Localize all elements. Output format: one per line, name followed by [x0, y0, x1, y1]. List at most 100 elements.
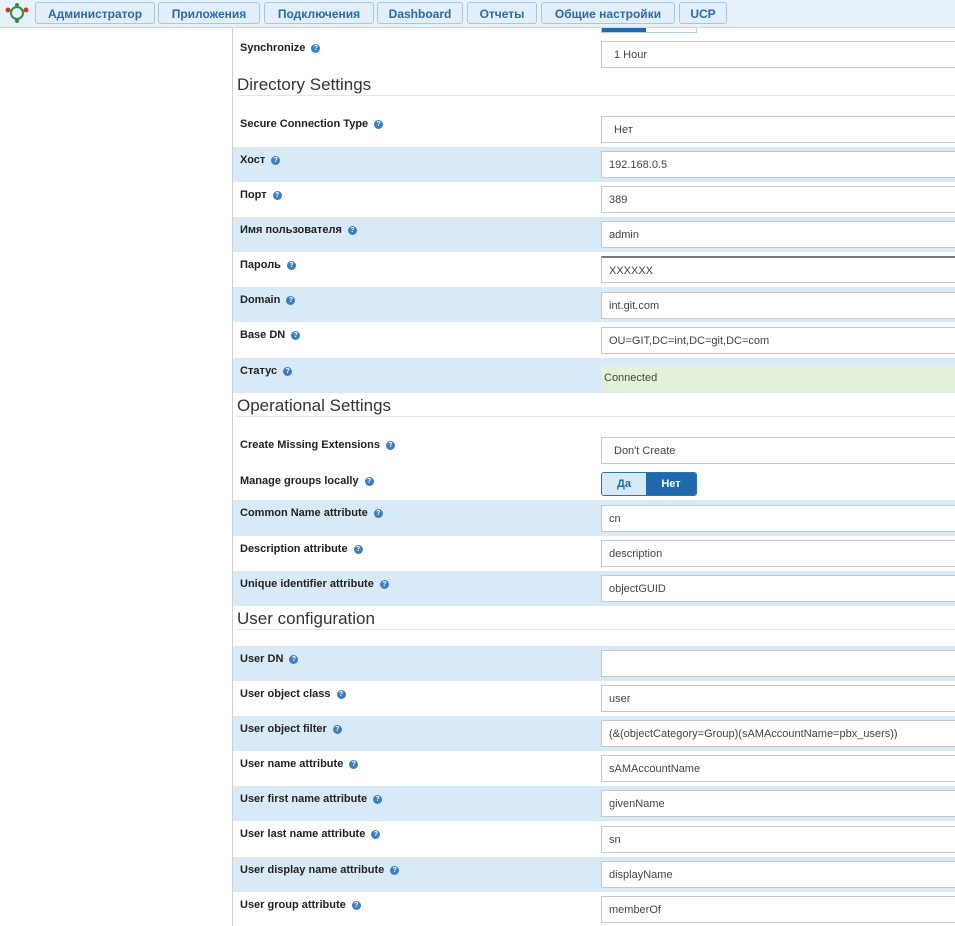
username-input[interactable]: admin	[601, 221, 955, 248]
row-username: Имя пользователя? admin	[233, 217, 955, 252]
help-icon[interactable]: ?	[283, 367, 293, 376]
row-label: User first name attribute?	[240, 793, 383, 805]
partial-toggle[interactable]	[601, 28, 697, 33]
help-icon[interactable]: ?	[347, 226, 357, 235]
help-icon[interactable]: ?	[373, 795, 383, 804]
help-icon[interactable]: ?	[286, 296, 296, 305]
unique-identifier-input[interactable]: objectGUID	[601, 575, 955, 602]
nav-connections[interactable]: Подключения	[264, 2, 374, 24]
row-label: Статус?	[240, 365, 293, 377]
row-password: Пароль? XXXXXX	[233, 252, 955, 287]
help-icon[interactable]: ?	[353, 545, 363, 554]
row-status: Статус? Connected	[233, 358, 955, 393]
help-icon[interactable]: ?	[272, 191, 282, 200]
row-secure-connection: Secure Connection Type? Нет	[233, 111, 955, 147]
secure-connection-select[interactable]: Нет	[601, 116, 955, 143]
help-icon[interactable]: ?	[374, 120, 384, 129]
row-label: Secure Connection Type?	[240, 118, 384, 130]
app-logo-icon[interactable]	[2, 2, 32, 24]
user-dn-input[interactable]	[601, 650, 955, 677]
row-user-name-attribute: User name attribute? sAMAccountName	[233, 751, 955, 786]
row-label: Пароль?	[240, 259, 296, 271]
row-label: Domain?	[240, 294, 296, 306]
row-manage-groups-locally: Manage groups locally?	[233, 468, 955, 500]
user-display-name-input[interactable]: displayName	[601, 861, 955, 888]
row-user-group-attribute: User group attribute? memberOf	[233, 892, 955, 926]
port-input[interactable]: 389	[601, 186, 955, 213]
user-first-name-input[interactable]: givenName	[601, 790, 955, 817]
help-icon[interactable]: ?	[286, 261, 296, 270]
left-pane	[0, 28, 233, 926]
help-icon[interactable]: ?	[349, 760, 359, 769]
row-unique-identifier-attribute: Unique identifier attribute? objectGUID	[233, 571, 955, 606]
row-label: User last name attribute?	[240, 828, 381, 840]
row-domain: Domain? int.git.com	[233, 287, 955, 322]
help-icon[interactable]: ?	[373, 509, 383, 518]
row-user-object-filter: User object filter? (&(objectCategory=Gr…	[233, 716, 955, 751]
nav-dashboard[interactable]: Dashboard	[377, 2, 463, 24]
row-label: Имя пользователя?	[240, 224, 357, 236]
help-icon[interactable]: ?	[390, 866, 400, 875]
section-operational-settings: Operational Settings	[237, 396, 392, 415]
row-host: Хост? 192.168.0.5	[233, 147, 955, 182]
nav-reports[interactable]: Отчеты	[467, 2, 537, 24]
help-icon[interactable]: ?	[332, 725, 342, 734]
row-label: Description attribute?	[240, 543, 363, 555]
row-label: Unique identifier attribute?	[240, 578, 389, 590]
row-label: Manage groups locally?	[240, 475, 374, 487]
row-port: Порт? 389	[233, 182, 955, 217]
row-common-name-attribute: Common Name attribute? cn	[233, 500, 955, 536]
row-synchronize: Synchronize? 1 Hour	[233, 35, 955, 70]
row-description-attribute: Description attribute? description	[233, 536, 955, 571]
common-name-input[interactable]: cn	[601, 505, 955, 532]
row-base-dn: Base DN? OU=GIT,DC=int,DC=git,DC=com	[233, 322, 955, 358]
user-group-attribute-input[interactable]: memberOf	[601, 896, 955, 923]
row-label: Хост?	[240, 154, 281, 166]
user-name-attribute-input[interactable]: sAMAccountName	[601, 755, 955, 782]
help-icon[interactable]: ?	[336, 690, 346, 699]
row-user-dn: User DN?	[233, 646, 955, 681]
row-label: Порт?	[240, 189, 282, 201]
row-label: User display name attribute?	[240, 864, 400, 876]
password-input[interactable]: XXXXXX	[601, 256, 955, 283]
help-icon[interactable]: ?	[351, 901, 361, 910]
row-create-missing-extensions: Create Missing Extensions? Don't Create	[233, 432, 955, 468]
help-icon[interactable]: ?	[291, 331, 301, 340]
top-nav-bar: Администратор Приложения Подключения Das…	[0, 0, 955, 28]
user-object-class-input[interactable]: user	[601, 685, 955, 712]
create-missing-extensions-select[interactable]: Don't Create	[601, 437, 955, 464]
status-value: Connected	[601, 365, 955, 391]
row-label: User name attribute?	[240, 758, 359, 770]
help-icon[interactable]: ?	[289, 655, 299, 664]
toggle-no-button[interactable]: Нет	[646, 473, 696, 495]
nav-general-settings[interactable]: Общие настройки	[541, 2, 675, 24]
domain-input[interactable]: int.git.com	[601, 292, 955, 319]
user-object-filter-input[interactable]: (&(objectCategory=Group)(sAMAccountName=…	[601, 720, 955, 747]
toggle-yes-button[interactable]: Да	[602, 473, 646, 495]
help-icon[interactable]: ?	[271, 156, 281, 165]
user-last-name-input[interactable]: sn	[601, 826, 955, 853]
divider	[237, 95, 955, 96]
nav-ucp[interactable]: UCP	[679, 2, 727, 24]
section-user-configuration: User configuration	[237, 609, 375, 628]
row-label: User DN?	[240, 653, 299, 665]
nav-applications[interactable]: Приложения	[158, 2, 260, 24]
help-icon[interactable]: ?	[371, 830, 381, 839]
row-label: Common Name attribute?	[240, 507, 383, 519]
row-user-display-name-attribute: User display name attribute? displayName	[233, 857, 955, 892]
host-input[interactable]: 192.168.0.5	[601, 151, 955, 178]
row-label: User object filter?	[240, 723, 342, 735]
help-icon[interactable]: ?	[311, 44, 321, 53]
base-dn-input[interactable]: OU=GIT,DC=int,DC=git,DC=com	[601, 327, 955, 354]
row-label: User object class?	[240, 688, 346, 700]
divider	[237, 416, 955, 417]
nav-administrator[interactable]: Администратор	[35, 2, 155, 24]
row-user-object-class: User object class? user	[233, 681, 955, 716]
synchronize-select[interactable]: 1 Hour	[601, 41, 955, 68]
divider	[237, 629, 955, 630]
help-icon[interactable]: ?	[379, 580, 389, 589]
description-attribute-input[interactable]: description	[601, 540, 955, 567]
manage-groups-toggle: Да Нет	[601, 472, 697, 496]
help-icon[interactable]: ?	[386, 441, 395, 450]
help-icon[interactable]: ?	[364, 477, 374, 486]
